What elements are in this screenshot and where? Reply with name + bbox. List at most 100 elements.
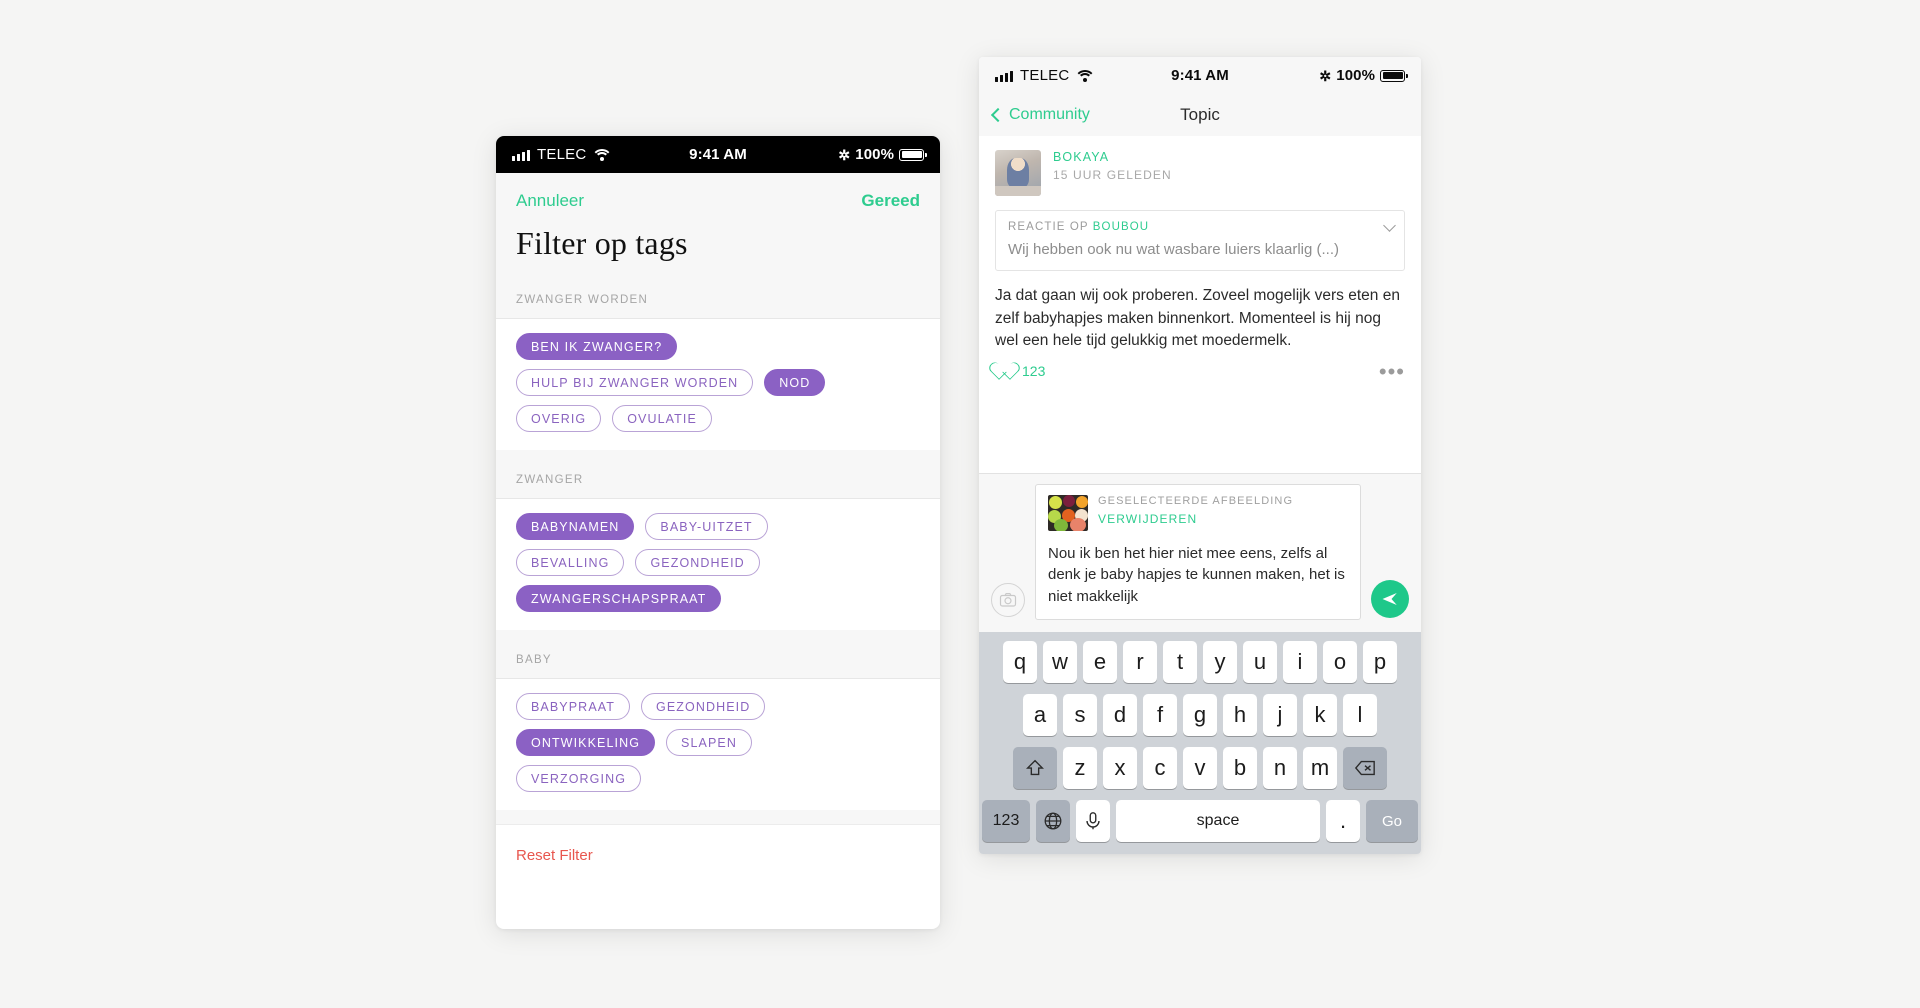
- like-count: 123: [1022, 363, 1046, 380]
- screenshot-canvas: TELEC 9:41 AM ✲ 100% Annuleer Gereed Fil…: [0, 0, 1920, 1008]
- tag-pill[interactable]: OVULATIE: [612, 405, 712, 432]
- chevron-left-icon: [990, 107, 1006, 123]
- tag-pill[interactable]: BEN IK ZWANGER?: [516, 333, 678, 360]
- section-heading-zwanger: ZWANGER: [496, 464, 940, 499]
- phone-left-filter-screen: TELEC 9:41 AM ✲ 100% Annuleer Gereed Fil…: [496, 136, 940, 929]
- key-r[interactable]: r: [1123, 641, 1157, 683]
- compose-bar: GESELECTEERDE AFBEELDING VERWIJDEREN Nou…: [979, 473, 1421, 632]
- keyboard-row-4: 123 space . Go: [982, 800, 1418, 842]
- key-t[interactable]: t: [1163, 641, 1197, 683]
- done-button[interactable]: Gereed: [861, 191, 920, 211]
- key-q[interactable]: q: [1003, 641, 1037, 683]
- send-button[interactable]: [1371, 580, 1409, 618]
- tag-pill[interactable]: BABYNAMEN: [516, 513, 635, 540]
- send-icon: [1382, 593, 1397, 605]
- section-tags-zwanger-worden: BEN IK ZWANGER? HULP BIJ ZWANGER WORDEN …: [496, 319, 940, 450]
- globe-icon[interactable]: [1036, 800, 1070, 842]
- period-key[interactable]: .: [1326, 800, 1360, 842]
- keyboard-row-2: a s d f g h j k l: [982, 694, 1418, 736]
- key-g[interactable]: g: [1183, 694, 1217, 736]
- tag-pill[interactable]: BEVALLING: [516, 549, 625, 576]
- quote-prefix: REACTIE OP: [1008, 221, 1089, 233]
- key-h[interactable]: h: [1223, 694, 1257, 736]
- cancel-button[interactable]: Annuleer: [516, 191, 584, 211]
- filter-modal-header: Annuleer Gereed Filter op tags: [496, 173, 940, 284]
- battery-percent: 100%: [1336, 67, 1376, 84]
- battery-full-icon: [899, 148, 928, 161]
- key-v[interactable]: v: [1183, 747, 1217, 789]
- go-key[interactable]: Go: [1366, 800, 1418, 842]
- avatar[interactable]: [995, 150, 1041, 196]
- quoted-reply-block[interactable]: REACTIE OP BOUBOU Wij hebben ook nu wat …: [995, 210, 1405, 271]
- compose-draft-text[interactable]: Nou ik ben het hier niet mee eens, zelfs…: [1048, 543, 1348, 607]
- post-card: BOKAYA 15 UUR GELEDEN REACTIE OP BOUBOU …: [979, 136, 1421, 386]
- section-heading-zwanger-worden: ZWANGER WORDEN: [496, 284, 940, 319]
- quote-header: REACTIE OP BOUBOU: [1008, 221, 1392, 233]
- heart-icon[interactable]: [995, 363, 1014, 380]
- key-f[interactable]: f: [1143, 694, 1177, 736]
- tag-pill[interactable]: BABYPRAAT: [516, 693, 630, 720]
- key-y[interactable]: y: [1203, 641, 1237, 683]
- key-s[interactable]: s: [1063, 694, 1097, 736]
- key-u[interactable]: u: [1243, 641, 1277, 683]
- key-l[interactable]: l: [1343, 694, 1377, 736]
- key-a[interactable]: a: [1023, 694, 1057, 736]
- tag-pill[interactable]: HULP BIJ ZWANGER WORDEN: [516, 369, 754, 396]
- shift-icon[interactable]: [1013, 747, 1057, 789]
- key-k[interactable]: k: [1303, 694, 1337, 736]
- section-tags-baby: BABYPRAAT GEZONDHEID ONTWIKKELING SLAPEN…: [496, 679, 940, 810]
- key-e[interactable]: e: [1083, 641, 1117, 683]
- phone-right-topic-screen: TELEC 9:41 AM ✲ 100% Community Topic BOK…: [979, 57, 1421, 854]
- wifi-icon: [593, 149, 610, 161]
- compose-input-bubble[interactable]: GESELECTEERDE AFBEELDING VERWIJDEREN Nou…: [1035, 484, 1361, 620]
- key-m[interactable]: m: [1303, 747, 1337, 789]
- tag-pill[interactable]: ONTWIKKELING: [516, 729, 656, 756]
- key-i[interactable]: i: [1283, 641, 1317, 683]
- post-actions: 123 •••: [995, 360, 1405, 386]
- section-divider: [496, 450, 940, 464]
- keyboard-row-1: q w e r t y u i o p: [982, 641, 1418, 683]
- tag-pill[interactable]: OVERIG: [516, 405, 602, 432]
- bluetooth-icon: ✲: [838, 146, 851, 163]
- key-z[interactable]: z: [1063, 747, 1097, 789]
- numbers-key[interactable]: 123: [982, 800, 1030, 842]
- key-w[interactable]: w: [1043, 641, 1077, 683]
- key-x[interactable]: x: [1103, 747, 1137, 789]
- back-button[interactable]: Community: [990, 106, 1090, 124]
- key-c[interactable]: c: [1143, 747, 1177, 789]
- quote-author[interactable]: BOUBOU: [1093, 221, 1149, 233]
- signal-bars-icon: [995, 70, 1013, 82]
- fruit-photo-thumbnail: [1048, 495, 1088, 532]
- on-screen-keyboard: q w e r t y u i o p a s d f g h j k l z …: [979, 632, 1421, 854]
- tag-pill[interactable]: BABY-UITZET: [645, 513, 768, 540]
- key-o[interactable]: o: [1323, 641, 1357, 683]
- key-p[interactable]: p: [1363, 641, 1397, 683]
- reset-filter-button[interactable]: Reset Filter: [516, 847, 593, 864]
- section-divider: [496, 630, 940, 644]
- post-body-text: Ja dat gaan wij ook proberen. Zoveel mog…: [995, 287, 1400, 350]
- tag-pill[interactable]: NOD: [764, 369, 826, 396]
- microphone-icon[interactable]: [1076, 800, 1110, 842]
- post-author[interactable]: BOKAYA: [1053, 150, 1172, 164]
- selected-image-row: GESELECTEERDE AFBEELDING VERWIJDEREN: [1048, 495, 1348, 532]
- wifi-icon: [1076, 70, 1093, 82]
- quote-text: Wij hebben ook nu wat wasbare luiers kla…: [1008, 241, 1339, 258]
- ellipsis-icon[interactable]: •••: [1379, 360, 1405, 382]
- signal-bars-icon: [512, 149, 530, 161]
- tag-pill[interactable]: ZWANGERSCHAPSPRAAT: [516, 585, 722, 612]
- tag-pill[interactable]: GEZONDHEID: [635, 549, 760, 576]
- camera-icon[interactable]: [991, 583, 1025, 617]
- remove-image-button[interactable]: VERWIJDEREN: [1098, 512, 1293, 526]
- status-time: 9:41 AM: [1171, 67, 1229, 84]
- tag-pill[interactable]: SLAPEN: [666, 729, 752, 756]
- tag-pill[interactable]: GEZONDHEID: [641, 693, 766, 720]
- battery-percent: 100%: [855, 146, 895, 163]
- space-key[interactable]: space: [1116, 800, 1320, 842]
- keyboard-row-3: z x c v b n m: [982, 747, 1418, 789]
- backspace-icon[interactable]: [1343, 747, 1387, 789]
- key-d[interactable]: d: [1103, 694, 1137, 736]
- tag-pill[interactable]: VERZORGING: [516, 765, 642, 792]
- key-j[interactable]: j: [1263, 694, 1297, 736]
- key-b[interactable]: b: [1223, 747, 1257, 789]
- key-n[interactable]: n: [1263, 747, 1297, 789]
